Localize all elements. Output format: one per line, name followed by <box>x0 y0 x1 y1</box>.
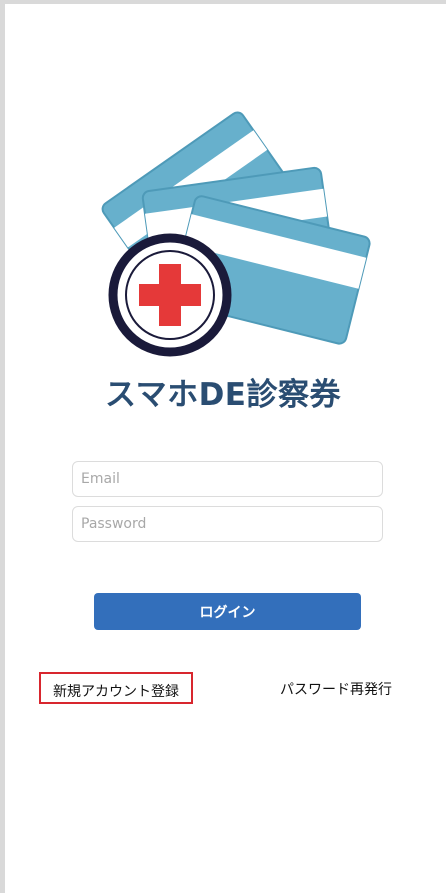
red-cross-icon <box>108 233 232 357</box>
app-title: スマホDE診察券 <box>105 377 341 413</box>
email-input[interactable] <box>72 461 383 497</box>
login-button[interactable]: ログイン <box>94 593 361 630</box>
login-screen: スマホDE診察券 ログイン 新規アカウント登録 パスワード再発行 <box>5 4 446 893</box>
password-input[interactable] <box>72 506 383 542</box>
password-reset-link[interactable]: パスワード再発行 <box>280 679 392 699</box>
register-account-link[interactable]: 新規アカウント登録 <box>39 672 193 704</box>
app-logo-icon <box>101 111 371 357</box>
